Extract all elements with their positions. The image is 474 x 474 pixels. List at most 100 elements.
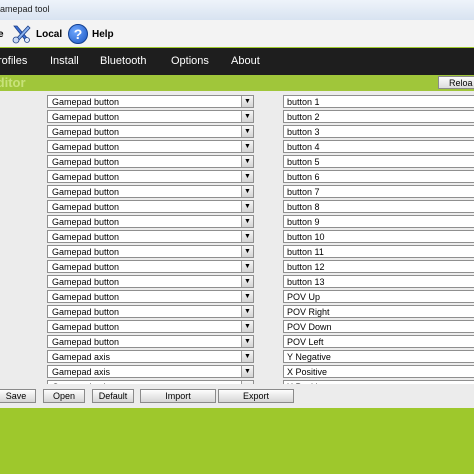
save-button[interactable]: Save <box>0 389 36 403</box>
menu-bluetooth[interactable]: Bluetooth <box>100 55 146 67</box>
mapping-name-field[interactable]: X Positive <box>283 365 474 378</box>
input-type-value: Gamepad button <box>52 247 120 257</box>
menu-install[interactable]: Install <box>50 55 79 67</box>
input-type-select[interactable]: Gamepad button ▼ <box>47 290 254 303</box>
input-type-select[interactable]: Gamepad button ▼ <box>47 335 254 348</box>
mapping-name-field[interactable]: button 12 <box>283 260 474 273</box>
input-type-select[interactable]: Gamepad button ▼ <box>47 215 254 228</box>
mapping-name-field[interactable]: button 8 <box>283 200 474 213</box>
mapping-row: Gamepad button ▼ POV Left <box>0 334 474 349</box>
mapping-name-field[interactable]: button 9 <box>283 215 474 228</box>
chevron-down-icon[interactable]: ▼ <box>241 156 253 167</box>
input-type-select[interactable]: Gamepad button ▼ <box>47 260 254 273</box>
mapping-name-value: POV Down <box>287 322 332 332</box>
chevron-down-icon[interactable]: ▼ <box>241 276 253 287</box>
input-type-select[interactable]: Gamepad button ▼ <box>47 155 254 168</box>
editor-header: Editor Reloa <box>0 75 474 91</box>
export-button[interactable]: Export <box>218 389 294 403</box>
mapping-name-field[interactable]: button 1 <box>283 95 474 108</box>
mapping-name-value: button 8 <box>287 202 320 212</box>
mapping-name-field[interactable]: button 10 <box>283 230 474 243</box>
input-type-select[interactable]: Gamepad button ▼ <box>47 230 254 243</box>
input-type-select[interactable]: Gamepad axis ▼ <box>47 350 254 363</box>
input-type-select[interactable]: Gamepad button ▼ <box>47 275 254 288</box>
input-type-select[interactable]: Gamepad button ▼ <box>47 125 254 138</box>
chevron-down-icon[interactable]: ▼ <box>241 261 253 272</box>
input-type-select[interactable]: Gamepad button ▼ <box>47 320 254 333</box>
chevron-down-icon[interactable]: ▼ <box>241 246 253 257</box>
mapping-name-field[interactable]: button 13 <box>283 275 474 288</box>
chevron-down-icon[interactable]: ▼ <box>241 321 253 332</box>
chevron-down-icon[interactable]: ▼ <box>241 111 253 122</box>
mapping-name-field[interactable]: button 7 <box>283 185 474 198</box>
mapping-row: Gamepad axis ▼ X Positive <box>0 364 474 379</box>
window-titlebar: y Gamepad tool <box>0 0 474 21</box>
mapping-name-field[interactable]: POV Left <box>283 335 474 348</box>
local-tools-icon <box>12 25 31 44</box>
menu-profiles[interactable]: rofiles <box>0 55 27 67</box>
chevron-down-icon[interactable]: ▼ <box>241 291 253 302</box>
mapping-name-value: button 9 <box>287 217 320 227</box>
input-type-value: Gamepad axis <box>52 352 111 362</box>
mapping-row: Gamepad button ▼ button 13 <box>0 274 474 289</box>
input-type-value: Gamepad button <box>52 127 120 137</box>
chevron-down-icon[interactable]: ▼ <box>241 186 253 197</box>
mapping-name-field[interactable]: POV Up <box>283 290 474 303</box>
input-type-select[interactable]: Gamepad button ▼ <box>47 170 254 183</box>
chevron-down-icon[interactable]: ▼ <box>241 336 253 347</box>
default-button[interactable]: Default <box>92 389 134 403</box>
input-type-select[interactable]: Gamepad axis ▼ <box>47 365 254 378</box>
input-type-value: Gamepad button <box>52 217 120 227</box>
mapping-row: Gamepad button ▼ button 12 <box>0 259 474 274</box>
mapping-name-field[interactable]: button 3 <box>283 125 474 138</box>
mapping-name-field[interactable]: Y Negative <box>283 350 474 363</box>
input-type-select[interactable]: Gamepad button ▼ <box>47 95 254 108</box>
mapping-row: Gamepad button ▼ POV Right <box>0 304 474 319</box>
chevron-down-icon[interactable]: ▼ <box>241 96 253 107</box>
input-type-value: Gamepad button <box>52 277 120 287</box>
mapping-name-field[interactable]: button 6 <box>283 170 474 183</box>
open-button[interactable]: Open <box>43 389 85 403</box>
mapping-name-field[interactable]: button 4 <box>283 140 474 153</box>
mapping-name-value: Y Negative <box>287 352 331 362</box>
input-type-select[interactable]: Gamepad button ▼ <box>47 200 254 213</box>
mapping-name-field[interactable]: POV Down <box>283 320 474 333</box>
help-icon: ? <box>68 24 88 44</box>
chevron-down-icon[interactable]: ▼ <box>241 126 253 137</box>
chevron-down-icon[interactable]: ▼ <box>241 231 253 242</box>
input-type-select[interactable]: Gamepad button ▼ <box>47 110 254 123</box>
input-type-value: Gamepad button <box>52 97 120 107</box>
mapping-row: Gamepad button ▼ button 3 <box>0 124 474 139</box>
chevron-down-icon[interactable]: ▼ <box>241 306 253 317</box>
toolbar-help-button[interactable]: ? Help <box>68 24 114 44</box>
input-type-select[interactable]: Gamepad button ▼ <box>47 140 254 153</box>
toolbar: e Local ? Help <box>0 20 474 47</box>
mapping-row: Gamepad button ▼ button 7 <box>0 184 474 199</box>
input-type-select[interactable]: Gamepad button ▼ <box>47 245 254 258</box>
mapping-name-field[interactable]: button 5 <box>283 155 474 168</box>
mapping-name-value: button 6 <box>287 172 320 182</box>
toolbar-clipped-button[interactable]: e <box>0 24 4 44</box>
input-type-value: Gamepad button <box>52 307 120 317</box>
mapping-name-value: POV Left <box>287 337 324 347</box>
chevron-down-icon[interactable]: ▼ <box>241 366 253 377</box>
mapping-name-field[interactable]: POV Right <box>283 305 474 318</box>
input-type-select[interactable]: Gamepad button ▼ <box>47 185 254 198</box>
input-type-value: Gamepad button <box>52 232 120 242</box>
import-button[interactable]: Import <box>140 389 216 403</box>
chevron-down-icon[interactable]: ▼ <box>241 216 253 227</box>
input-type-value: Gamepad button <box>52 262 120 272</box>
mapping-name-field[interactable]: button 11 <box>283 245 474 258</box>
input-type-select[interactable]: Gamepad button ▼ <box>47 305 254 318</box>
menu-options[interactable]: Options <box>171 55 209 67</box>
mapping-row: Gamepad button ▼ button 4 <box>0 139 474 154</box>
chevron-down-icon[interactable]: ▼ <box>241 351 253 362</box>
chevron-down-icon[interactable]: ▼ <box>241 141 253 152</box>
mapping-name-field[interactable]: button 2 <box>283 110 474 123</box>
mapping-name-value: POV Right <box>287 307 330 317</box>
chevron-down-icon[interactable]: ▼ <box>241 171 253 182</box>
chevron-down-icon[interactable]: ▼ <box>241 201 253 212</box>
reload-button[interactable]: Reloa <box>438 76 474 89</box>
toolbar-local-button[interactable]: Local <box>10 24 62 44</box>
menu-about[interactable]: About <box>231 55 260 67</box>
